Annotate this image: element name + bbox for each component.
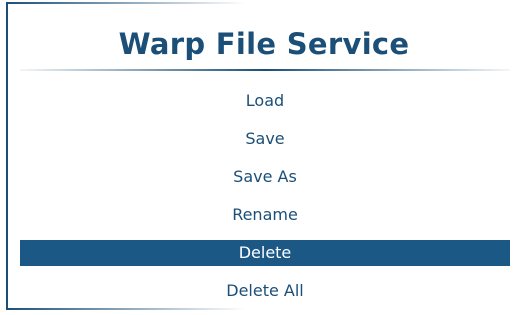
file-service-menu: Load Save Save As Rename Delete Delete A… [20,84,510,312]
warp-file-service-dialog: Warp File Service Load Save Save As Rena… [0,0,520,315]
menu-item-load[interactable]: Load [20,84,510,122]
dialog-border-top [6,2,246,4]
dialog-title: Warp File Service [118,27,410,61]
menu-item-rename[interactable]: Rename [20,198,510,236]
menu-item-save[interactable]: Save [20,122,510,160]
menu-item-delete-all[interactable]: Delete All [20,274,510,312]
menu-item-save-as[interactable]: Save As [20,160,510,198]
title-divider [20,69,510,71]
menu-item-delete[interactable]: Delete [20,240,510,266]
